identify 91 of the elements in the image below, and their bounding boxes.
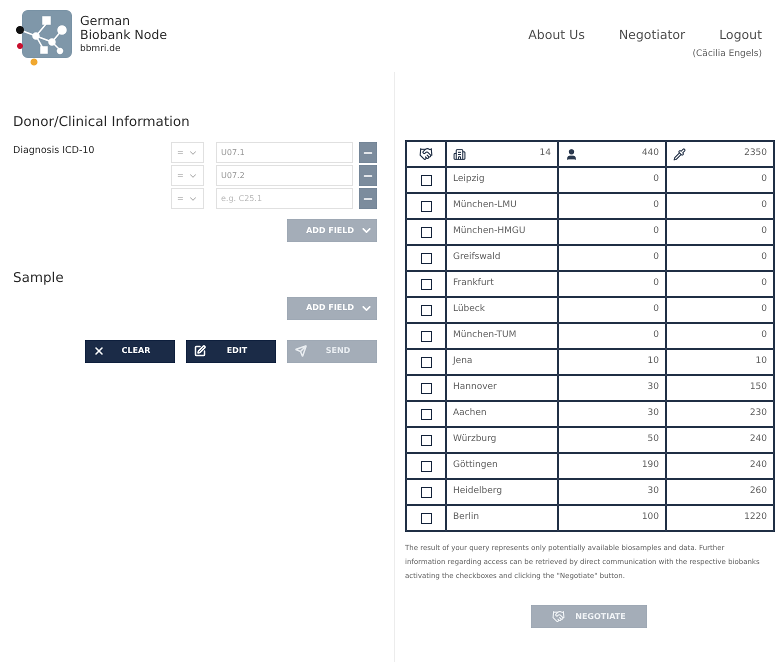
table-cell: 50 [558, 427, 666, 453]
add-field-button[interactable]: ADD FIELD [287, 296, 377, 320]
row-checkbox[interactable] [420, 434, 432, 446]
row-checkbox[interactable] [420, 512, 432, 524]
table-cell: 230 [666, 401, 774, 427]
clear-icon [93, 345, 105, 357]
table-cell: Lübeck [446, 297, 558, 323]
table-cell: Aachen [446, 401, 558, 427]
field-label: Diagnosis ICD-10 [13, 144, 96, 158]
table-cell: 0 [558, 219, 666, 245]
table-cell: 0 [666, 297, 774, 323]
user-name: (Cäcilia Engels) [692, 48, 762, 61]
input-field[interactable]: U07.1 [216, 142, 353, 164]
table-cell: 0 [558, 297, 666, 323]
logo-icon [14, 8, 74, 66]
action-button[interactable]: EDIT [186, 340, 276, 362]
table-cell: 0 [666, 167, 774, 193]
table-cell: 240 [666, 453, 774, 479]
row-checkbox[interactable] [420, 278, 432, 290]
table-cell: 0 [666, 193, 774, 219]
section-title: Sample [13, 269, 65, 288]
remove-button[interactable] [359, 188, 377, 210]
logo-subtitle: bbmri.de [80, 43, 122, 56]
table-cell: 0 [558, 167, 666, 193]
table-cell: Heidelberg [446, 479, 558, 505]
remove-button[interactable] [359, 165, 377, 186]
table-cell: 190 [558, 453, 666, 479]
send-icon [295, 345, 307, 357]
table-cell: 0 [558, 323, 666, 349]
input-field[interactable]: U07.2 [216, 165, 353, 186]
table-cell: Würzburg [446, 427, 558, 453]
table-cell: 10 [558, 349, 666, 375]
table-cell: Jena [446, 349, 558, 375]
table-cell: Greifswald [446, 245, 558, 271]
table-cell: München-HMGU [446, 219, 558, 245]
table-cell: 10 [666, 349, 774, 375]
table-cell: 0 [558, 271, 666, 297]
nav-link[interactable]: Logout [719, 26, 762, 45]
edit-icon [194, 345, 206, 357]
table-cell: 0 [666, 219, 774, 245]
table-cell: 0 [666, 271, 774, 297]
pipette-icon [673, 148, 686, 160]
row-checkbox[interactable] [420, 252, 432, 264]
row-checkbox[interactable] [420, 408, 432, 420]
table-cell: 30 [558, 479, 666, 505]
row-checkbox[interactable] [420, 200, 432, 212]
table-cell: 150 [666, 375, 774, 401]
add-field-button[interactable]: ADD FIELD [287, 219, 377, 242]
nav-link[interactable]: Negotiator [618, 26, 686, 45]
row-checkbox[interactable] [420, 330, 432, 342]
table-cell: 240 [666, 427, 774, 453]
section-title: Donor/Clinical Information [13, 113, 191, 132]
table-cell: 30 [558, 375, 666, 401]
person-icon [565, 148, 578, 160]
row-checkbox[interactable] [420, 486, 432, 498]
table-cell: 100 [558, 505, 666, 531]
logo-title: Biobank Node [80, 28, 168, 42]
row-checkbox[interactable] [420, 226, 432, 238]
table-cell: Frankfurt [446, 271, 558, 297]
nav-link[interactable]: About Us [528, 26, 585, 45]
row-checkbox[interactable] [420, 460, 432, 472]
operator-select[interactable]: = [171, 165, 204, 186]
logo-title: German [80, 14, 132, 28]
row-checkbox[interactable] [420, 356, 432, 368]
biobank-count: 14 [540, 147, 551, 160]
table-cell: Hannover [446, 375, 558, 401]
table-cell: München-TUM [446, 323, 558, 349]
row-checkbox[interactable] [420, 174, 432, 186]
operator-select[interactable]: = [171, 142, 204, 164]
handshake-icon [552, 610, 566, 623]
row-checkbox[interactable] [420, 382, 432, 394]
row-checkbox[interactable] [420, 304, 432, 316]
table-cell: 260 [666, 479, 774, 505]
action-button[interactable]: CLEAR [85, 340, 175, 362]
table-cell: Leipzig [446, 167, 558, 193]
table-cell: München-LMU [446, 193, 558, 219]
table-cell: Göttingen [446, 453, 558, 479]
table-cell: 30 [558, 401, 666, 427]
table-cell: Berlin [446, 505, 558, 531]
donor-count: 440 [642, 147, 659, 160]
sample-count: 2350 [744, 147, 767, 160]
input-field[interactable]: e.g. C25.1 [216, 188, 353, 210]
table-cell: 0 [666, 323, 774, 349]
remove-button[interactable] [359, 142, 377, 164]
table-cell: 0 [558, 245, 666, 271]
table-cell: 1220 [666, 505, 774, 531]
building-icon [453, 148, 466, 160]
operator-select[interactable]: = [171, 188, 204, 210]
handshake-icon [419, 147, 433, 161]
table-cell: 0 [666, 245, 774, 271]
table-cell: 0 [558, 193, 666, 219]
